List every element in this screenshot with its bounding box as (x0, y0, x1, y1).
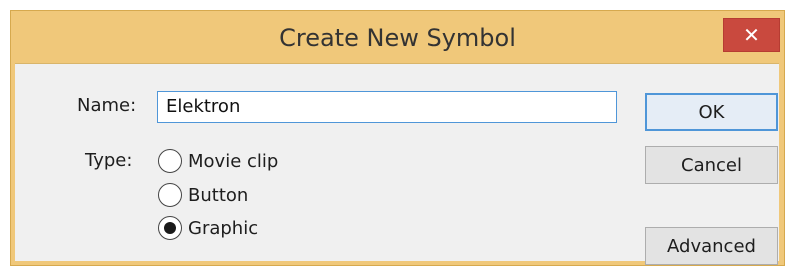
radio-movie-clip[interactable]: Movie clip (158, 148, 278, 174)
dialog-body: Name: Elektron Type: Movie clip Button G… (15, 63, 779, 265)
advanced-button[interactable]: Advanced (645, 227, 778, 265)
radio-selected-dot (164, 222, 176, 234)
type-label: Type: (85, 150, 133, 171)
radio-label-movie-clip: Movie clip (188, 150, 279, 172)
radio-button[interactable]: Button (158, 182, 248, 208)
radio-label-graphic: Graphic (188, 217, 259, 239)
name-input[interactable]: Elektron (157, 91, 617, 123)
create-new-symbol-dialog: Create New Symbol ✕ Name: Elektron Type:… (10, 10, 785, 266)
ok-button[interactable]: OK (645, 93, 778, 131)
name-label: Name: (77, 95, 137, 116)
title-bar[interactable]: Create New Symbol ✕ (11, 11, 784, 63)
close-icon: ✕ (743, 23, 760, 47)
radio-button-icon[interactable] (158, 183, 182, 207)
radio-button-icon[interactable] (158, 149, 182, 173)
dialog-title: Create New Symbol (279, 24, 516, 52)
radio-label-button: Button (188, 184, 249, 206)
radio-button-selected-icon[interactable] (158, 216, 182, 240)
close-button[interactable]: ✕ (723, 18, 780, 52)
radio-graphic[interactable]: Graphic (158, 215, 258, 241)
cancel-button[interactable]: Cancel (645, 146, 778, 184)
